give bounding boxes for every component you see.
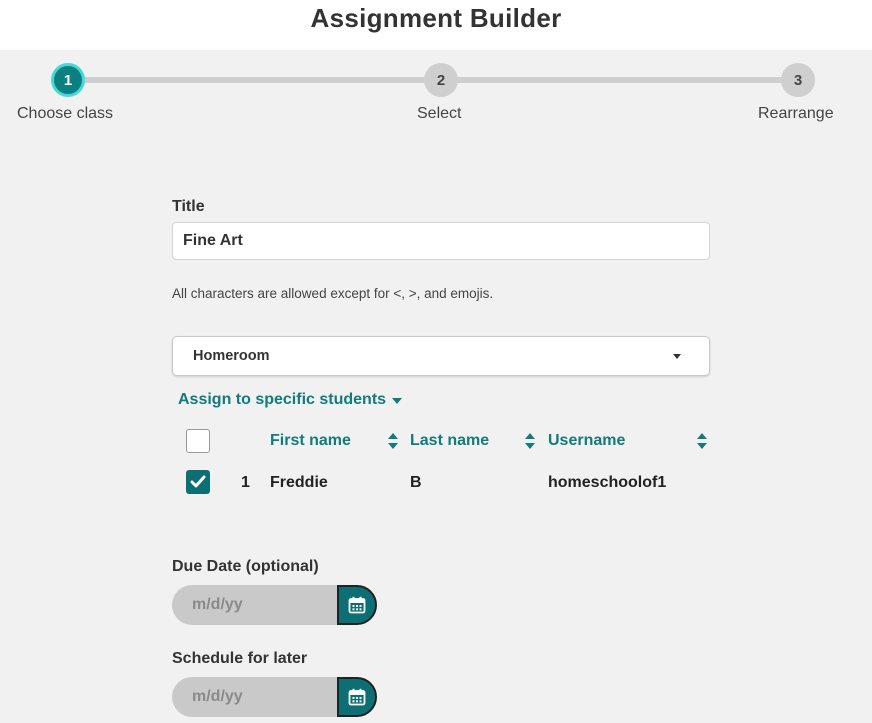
page-header: Assignment Builder [0, 0, 872, 50]
cell-username: homeschoolof1 [548, 474, 667, 491]
step-3-circle[interactable]: 3 [781, 63, 815, 97]
step-1-label[interactable]: Choose class [17, 105, 113, 123]
calendar-icon [348, 688, 366, 706]
caret-down-icon [392, 398, 403, 404]
due-date-input[interactable] [172, 585, 347, 625]
step-2-circle[interactable]: 2 [424, 63, 458, 97]
schedule-label: Schedule for later [172, 650, 308, 667]
step-1-circle[interactable]: 1 [51, 63, 85, 97]
cell-first-name: Freddie [270, 474, 328, 491]
due-date-calendar-button[interactable] [337, 585, 377, 625]
title-hint: All characters are allowed except for <,… [172, 286, 494, 301]
assign-specific-students-toggle[interactable]: Assign to specific students [178, 391, 403, 409]
cell-last-name: B [410, 474, 422, 491]
chevron-down-icon [673, 353, 681, 359]
schedule-calendar-button[interactable] [337, 677, 377, 717]
sort-arrows-icon[interactable] [387, 432, 399, 450]
schedule-date-picker [172, 677, 377, 717]
calendar-icon [348, 596, 366, 614]
column-header-first-name[interactable]: First name [270, 432, 351, 450]
student-row-checkbox[interactable] [186, 470, 210, 494]
assign-specific-students-label: Assign to specific students [178, 391, 387, 408]
row-index: 1 [241, 474, 250, 491]
class-select[interactable]: Homeroom [172, 336, 710, 376]
due-date-label: Due Date (optional) [172, 558, 319, 575]
select-all-checkbox[interactable] [186, 429, 210, 453]
schedule-date-input[interactable] [172, 677, 347, 717]
column-header-username[interactable]: Username [548, 432, 625, 450]
title-input[interactable] [172, 222, 710, 260]
sort-arrows-icon[interactable] [524, 432, 536, 450]
due-date-picker [172, 585, 377, 625]
class-select-value: Homeroom [193, 348, 270, 364]
step-3-label[interactable]: Rearrange [758, 105, 834, 123]
step-2-label[interactable]: Select [417, 105, 461, 123]
page-title: Assignment Builder [310, 2, 562, 33]
title-label: Title [172, 198, 205, 215]
column-header-last-name[interactable]: Last name [410, 432, 489, 450]
sort-arrows-icon[interactable] [696, 432, 708, 450]
checkmark-icon [190, 475, 206, 488]
